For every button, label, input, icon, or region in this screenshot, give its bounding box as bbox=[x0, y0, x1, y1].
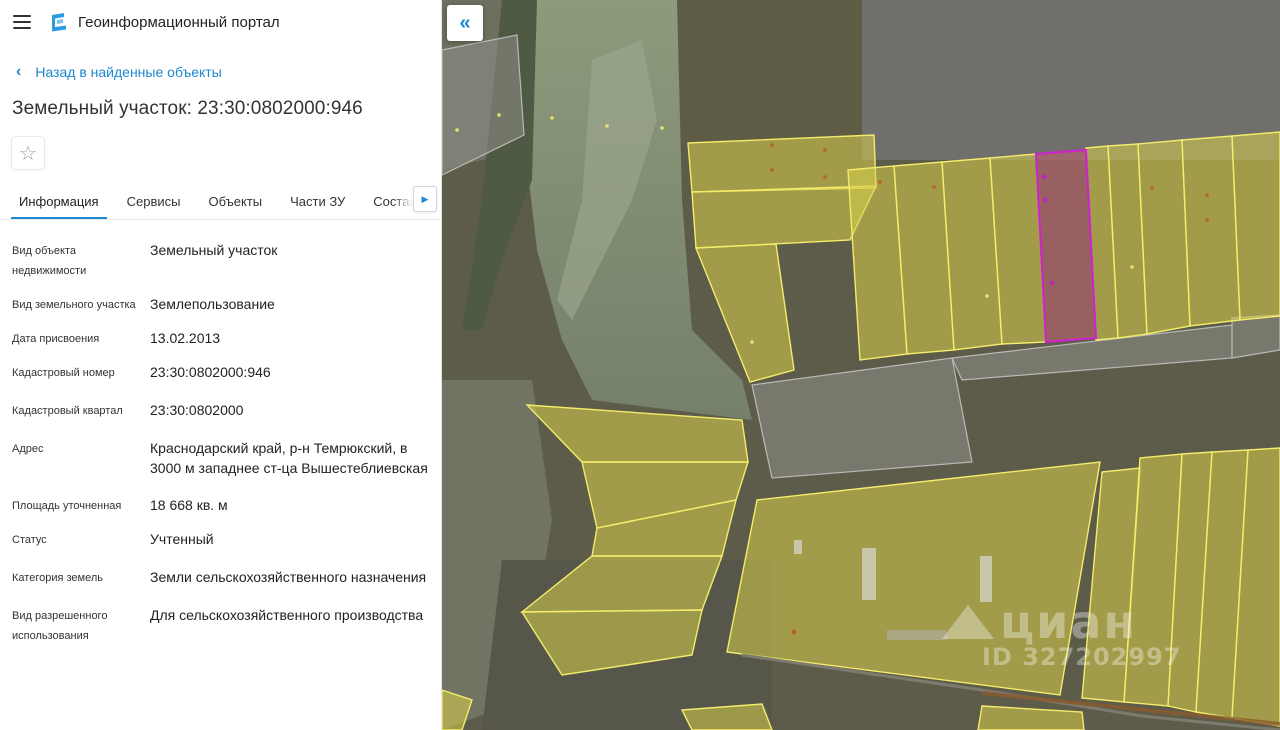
property-row: Вид объекта недвижимости Земельный участ… bbox=[12, 240, 429, 281]
marker bbox=[605, 124, 609, 128]
tabs-scroll-right-button[interactable]: ▶ bbox=[413, 186, 437, 212]
portal-logo-icon[interactable] bbox=[48, 11, 70, 33]
caret-right-icon: ▶ bbox=[421, 193, 429, 204]
parcel-vertex bbox=[1042, 197, 1048, 203]
marker bbox=[1130, 265, 1134, 269]
property-value: Земли сельскохозяйственного назначения bbox=[150, 569, 427, 585]
parcel-vertex bbox=[1049, 280, 1055, 286]
marker bbox=[791, 629, 797, 635]
star-icon: ☆ bbox=[19, 142, 37, 165]
marker bbox=[1205, 193, 1209, 197]
tab-fade bbox=[393, 186, 413, 219]
hamburger-icon[interactable] bbox=[12, 14, 32, 30]
parcel[interactable] bbox=[1231, 131, 1280, 321]
building bbox=[794, 540, 802, 554]
properties-list: Вид объекта недвижимости Земельный участ… bbox=[0, 240, 441, 646]
property-value: 23:30:0802000 bbox=[150, 402, 244, 418]
property-row: Адрес Краснодарский край, р-н Темрюкский… bbox=[12, 438, 429, 478]
property-value: Учтенный bbox=[150, 531, 214, 547]
marker bbox=[1150, 186, 1154, 190]
property-value: 18 668 кв. м bbox=[150, 497, 228, 513]
top-bar: Геоинформационный портал bbox=[0, 0, 441, 44]
marker bbox=[878, 180, 882, 184]
marker bbox=[1205, 218, 1209, 222]
chevron-left-icon: ‹ bbox=[16, 63, 22, 80]
property-row: Дата присвоения 13.02.2013 bbox=[12, 328, 429, 349]
app: Геоинформационный портал ‹ Назад в найде… bbox=[0, 0, 1280, 730]
property-label: Вид разрешенного использования bbox=[12, 610, 108, 642]
property-label: Вид объекта недвижимости bbox=[12, 245, 87, 277]
property-row: Категория земель Земли сельскохозяйствен… bbox=[12, 567, 429, 588]
terrain-field bbox=[677, 0, 862, 145]
collapse-panel-button[interactable]: « bbox=[447, 5, 483, 41]
property-label: Площадь уточненная bbox=[12, 500, 122, 512]
info-panel: Геоинформационный портал ‹ Назад в найде… bbox=[0, 0, 442, 730]
parcel[interactable] bbox=[1137, 139, 1191, 335]
building bbox=[862, 548, 876, 600]
parcel[interactable] bbox=[691, 185, 878, 249]
property-label: Вид земельного участка bbox=[12, 299, 136, 311]
marker bbox=[660, 126, 664, 130]
app-title: Геоинформационный портал bbox=[78, 13, 280, 31]
building bbox=[980, 556, 992, 602]
property-label: Дата присвоения bbox=[12, 333, 100, 345]
property-label: Категория земель bbox=[12, 572, 103, 584]
property-label: Статус bbox=[12, 534, 47, 546]
marker bbox=[932, 185, 936, 189]
tab-information[interactable]: Информация bbox=[11, 186, 107, 219]
favorite-button[interactable]: ☆ bbox=[11, 136, 45, 170]
marker bbox=[823, 175, 827, 179]
marker bbox=[770, 143, 774, 147]
tab-bar: Информация Сервисы Объекты Части ЗУ Сост… bbox=[0, 186, 441, 220]
parcel[interactable] bbox=[687, 134, 877, 193]
property-row: Площадь уточненная 18 668 кв. м bbox=[12, 495, 429, 516]
marker bbox=[497, 113, 501, 117]
marker bbox=[823, 148, 827, 152]
property-label: Кадастровый квартал bbox=[12, 405, 123, 417]
marker bbox=[985, 294, 989, 298]
property-value: Краснодарский край, р-н Темрюкский, в 30… bbox=[150, 440, 428, 476]
marker bbox=[550, 116, 554, 120]
terrain-gray bbox=[862, 0, 1280, 160]
marker bbox=[455, 128, 459, 132]
tab-services[interactable]: Сервисы bbox=[119, 186, 189, 219]
property-row: Кадастровый квартал 23:30:0802000 bbox=[12, 400, 429, 421]
property-label: Кадастровый номер bbox=[12, 367, 115, 379]
double-chevron-left-icon: « bbox=[459, 11, 471, 34]
parcel[interactable] bbox=[1231, 314, 1280, 359]
back-link-label: Назад в найденные объекты bbox=[35, 64, 222, 80]
map-view[interactable]: циан ID 327202997 « bbox=[442, 0, 1280, 730]
parcel[interactable] bbox=[1181, 135, 1241, 327]
property-row: Статус Учтенный bbox=[12, 529, 429, 550]
property-value: Землепользование bbox=[150, 296, 275, 312]
marker bbox=[750, 340, 754, 344]
building bbox=[887, 630, 947, 640]
property-row: Вид разрешенного использования Для сельс… bbox=[12, 605, 429, 646]
tab-objects[interactable]: Объекты bbox=[200, 186, 270, 219]
page-title: Земельный участок: 23:30:0802000:946 bbox=[12, 98, 363, 119]
property-row: Вид земельного участка Землепользование bbox=[12, 294, 429, 315]
tab-parts[interactable]: Части ЗУ bbox=[282, 186, 353, 219]
property-label: Адрес bbox=[12, 443, 44, 455]
parcel-vertex bbox=[1041, 174, 1047, 180]
property-value: 13.02.2013 bbox=[150, 330, 221, 346]
marker bbox=[770, 168, 774, 172]
property-value: 23:30:0802000:946 bbox=[150, 364, 271, 380]
property-value: Для сельскохозяйственного производства bbox=[150, 607, 424, 623]
property-value: Земельный участок bbox=[150, 242, 278, 258]
satellite-map[interactable] bbox=[442, 0, 1280, 730]
property-row: Кадастровый номер 23:30:0802000:946 bbox=[12, 362, 429, 383]
back-to-results-link[interactable]: ‹ Назад в найденные объекты bbox=[0, 61, 441, 83]
